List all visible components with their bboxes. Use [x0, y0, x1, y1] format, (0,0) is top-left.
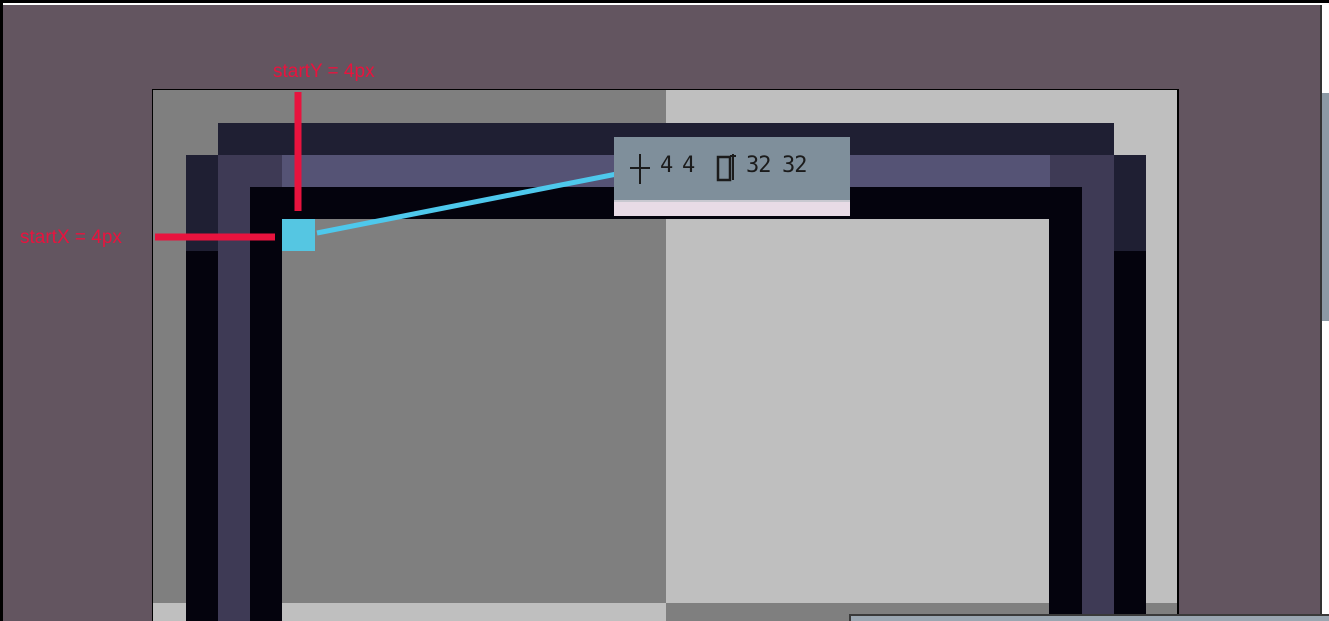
screenshot-frame: startY = 4px startX = 4px 4 4 32 32 [0, 0, 1329, 621]
cursor-x-value: 4 [660, 153, 674, 178]
selection-height-value: 32 [782, 153, 807, 178]
connector-line [316, 168, 633, 236]
selection-width-value: 32 [746, 153, 771, 178]
start-x-label: startX = 4px [20, 227, 122, 248]
start-y-label: startY = 4px [273, 61, 375, 82]
cursor-y-value: 4 [682, 153, 696, 178]
bottom-panel-edge [849, 614, 1329, 621]
readout-bottom-fill [614, 202, 850, 216]
selection-size-icon [716, 154, 736, 182]
crosshair-icon [630, 154, 650, 184]
annotation-overlay [155, 92, 633, 241]
coordinate-readout: 4 4 32 32 [614, 137, 850, 216]
